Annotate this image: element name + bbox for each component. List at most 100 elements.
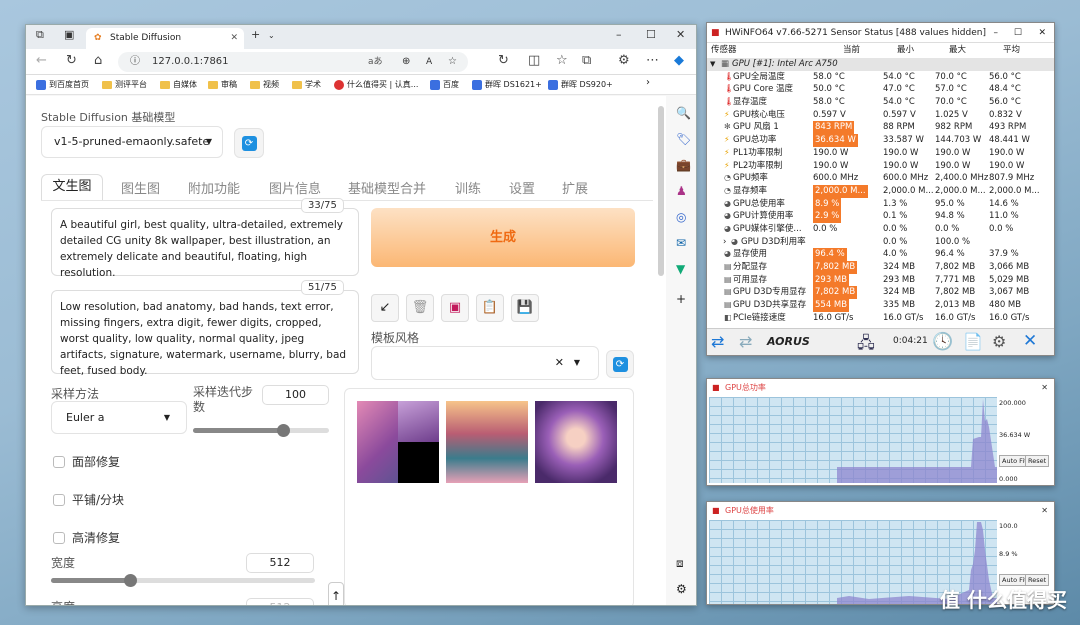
sensor-row[interactable]: › ◕ GPU D3D利用率 0.0 % 100.0 % [707,236,1054,249]
maximize-icon[interactable]: ☐ [1014,23,1022,43]
steps-slider[interactable] [193,424,329,437]
workspaces-icon[interactable]: ⧉ [36,28,44,42]
sensor-row[interactable]: 🌡 GPU Core 温度 50.0 °C 47.0 °C 57.0 °C 48.4 °C [707,83,1054,96]
steps-input[interactable]: 100 [262,385,329,405]
generate-button[interactable]: 生成 [371,208,635,267]
more-menu-icon[interactable]: ⋯ [646,53,659,68]
m365-icon[interactable]: ◎ [676,210,686,224]
bookmark-item[interactable]: 自媒体 [160,79,197,90]
close-window-icon[interactable]: ✕ [1038,23,1046,43]
sensor-row[interactable]: ◕ GPU总使用率 8.9 % 1.3 % 95.0 % 14.6 % [707,197,1054,211]
split-screen-icon[interactable]: ◫ [528,53,540,68]
tab-settings[interactable]: 设置 [509,178,535,197]
report-icon[interactable]: 📄 [963,332,983,351]
gallery-image-grid[interactable] [357,401,439,483]
close-window-icon[interactable]: ✕ [1041,379,1048,397]
page-scrollbar[interactable] [658,106,664,276]
outlook-icon[interactable]: ✉ [676,236,686,250]
favorite-star-icon[interactable]: ☆ [448,52,457,72]
bookmark-item[interactable]: 什么值得买 | 认真... [334,79,418,90]
maximize-icon[interactable]: ☐ [646,28,656,41]
style-select[interactable]: ✕ ▼ [371,346,599,380]
header-min[interactable]: 最小 [897,43,914,55]
settings-gear-icon[interactable]: ⚙ [992,332,1006,351]
tab-extensions[interactable]: 扩展 [562,178,588,197]
extension-icon[interactable]: ⚙ [618,53,630,68]
refresh-extension-icon[interactable]: ↻ [498,53,509,68]
sampler-select[interactable]: Euler a ▼ [51,401,187,434]
drop-icon[interactable]: ▼ [676,262,685,276]
width-input[interactable]: 512 [246,553,314,573]
back-icon[interactable]: ← [36,53,47,68]
clock-icon[interactable]: 🕓 [932,332,953,352]
bookmark-item[interactable]: 测评平台 [102,79,147,90]
header-sensor[interactable]: 传感器 [711,43,737,55]
copilot-icon[interactable]: ◆ [674,53,684,68]
read-aloud-icon[interactable]: aあ [368,52,383,72]
refresh-styles-button[interactable]: ⟳ [606,350,634,378]
briefcase-icon[interactable]: 💼 [676,158,691,172]
header-max[interactable]: 最大 [949,43,966,55]
games-icon[interactable]: ♟ [676,184,687,198]
gallery-image[interactable] [446,401,528,483]
sensor-row[interactable]: ◕ GPU计算使用率 2.9 % 0.1 % 94.8 % 11.0 % [707,210,1054,223]
close-window-icon[interactable]: ✕ [676,28,685,41]
checkbox-box[interactable] [53,493,65,506]
bookmark-item[interactable]: 群晖 DS920+ [548,79,613,90]
collections-icon[interactable]: ⧉ [582,53,591,68]
checkbox-box[interactable] [53,531,65,544]
sensor-row[interactable]: 🌡 GPU全局温度 58.0 °C 54.0 °C 70.0 °C 56.0 °C [707,71,1054,84]
extra-networks-button[interactable]: ▣ [441,294,469,322]
sensor-row[interactable]: ◔ 显存频率 2,000.0 M... 2,000.0 M... 2,000.0 M..… [707,184,1054,198]
sensor-row[interactable]: ◔ GPU频率 600.0 MHz 600.0 MHz 2,400.0 MHz 807.9… [707,172,1054,185]
settings-gear-icon[interactable]: ⚙ [676,582,687,596]
tab-extras[interactable]: 附加功能 [188,178,240,197]
close-x-icon[interactable]: ✕ [1023,331,1037,351]
sensor-row[interactable]: ▤ GPU D3D共享显存 554 MB 335 MB 2,013 MB 480 MB [707,299,1054,312]
clear-icon[interactable]: ✕ [555,356,564,369]
screenshot-icon[interactable]: ⧈ [676,556,684,571]
gallery-image[interactable] [535,401,617,483]
browser-tab[interactable]: ✿ Stable Diffusion ✕ [86,28,244,49]
tiling-checkbox[interactable]: 平铺/分块 [53,491,124,508]
scroll-top-button[interactable]: ↑ [328,582,344,605]
height-input[interactable]: 512 [246,598,314,605]
header-avg[interactable]: 平均 [1003,43,1020,55]
tab-img2img[interactable]: 图生图 [121,178,160,197]
minimize-icon[interactable]: – [616,28,622,41]
clear-prompt-button[interactable]: 🗑 [406,294,434,322]
hires-fix-checkbox[interactable]: 高清修复 [53,529,120,546]
close-window-icon[interactable]: ✕ [1041,502,1048,520]
bookmark-item[interactable]: 到百度首页 [36,79,89,90]
url-field[interactable]: ⓘ 127.0.0.1:7861 aあ ⊕ A ☆ [118,52,468,72]
network-icon[interactable]: 🖧 [857,332,875,359]
sensor-row[interactable]: ▤ GPU D3D专用显存 7,802 MB 324 MB 7,802 MB 3,067 … [707,286,1054,300]
face-restore-checkbox[interactable]: 面部修复 [53,453,120,470]
sensor-row[interactable]: ✻ GPU 风扇 1 843 RPM 88 RPM 982 RPM 493 RPM [707,121,1054,135]
model-select[interactable]: v1-5-pruned-emaonly.safete ▼ [41,126,223,158]
sensor-row[interactable]: ⚡ GPU总功率 36.634 W 33.587 W 144.703 W 48.441 W [707,134,1054,147]
sensor-row[interactable]: 🌡 显存温度 58.0 °C 54.0 °C 70.0 °C 56.0 °C [707,96,1054,109]
apply-style-button[interactable]: 📋 [476,294,504,322]
sensor-row[interactable]: ▤ 可用显存 293 MB 293 MB 7,771 MB 5,029 MB [707,273,1054,287]
sensor-row[interactable]: ◕ 显存使用 96.4 % 4.0 % 96.4 % 37.9 % [707,248,1054,262]
bookmark-item[interactable]: 群晖 DS1621+ [472,79,542,90]
immersive-reader-icon[interactable]: A [426,52,432,72]
prompt-input[interactable]: A beautiful girl, best quality, ultra-de… [51,208,359,279]
bookmark-item[interactable]: 学术 [292,79,321,90]
zoom-icon[interactable]: ⊕ [402,52,410,72]
minimize-icon[interactable]: – [994,23,999,43]
arrows-left-right-icon[interactable]: ⇄ [739,332,752,351]
read-params-button[interactable]: ↙ [371,294,399,322]
arrows-left-right-icon[interactable]: ⇄ [711,332,724,351]
bookmark-item[interactable]: 百度 [430,79,459,90]
tab-txt2img[interactable]: 文生图 [41,174,103,200]
tab-actions-icon[interactable]: ▣ [64,28,74,41]
slider-thumb[interactable] [124,574,138,587]
add-icon[interactable]: + [676,292,686,306]
sensor-row[interactable]: ◕ GPU媒体引擎使... 0.0 % 0.0 % 0.0 % 0.0 % [707,223,1054,236]
tab-png-info[interactable]: 图片信息 [269,178,321,197]
favorites-icon[interactable]: ☆ [556,53,568,68]
checkbox-box[interactable] [53,455,65,468]
more-bookmarks-chevron-icon[interactable]: › [646,77,650,88]
